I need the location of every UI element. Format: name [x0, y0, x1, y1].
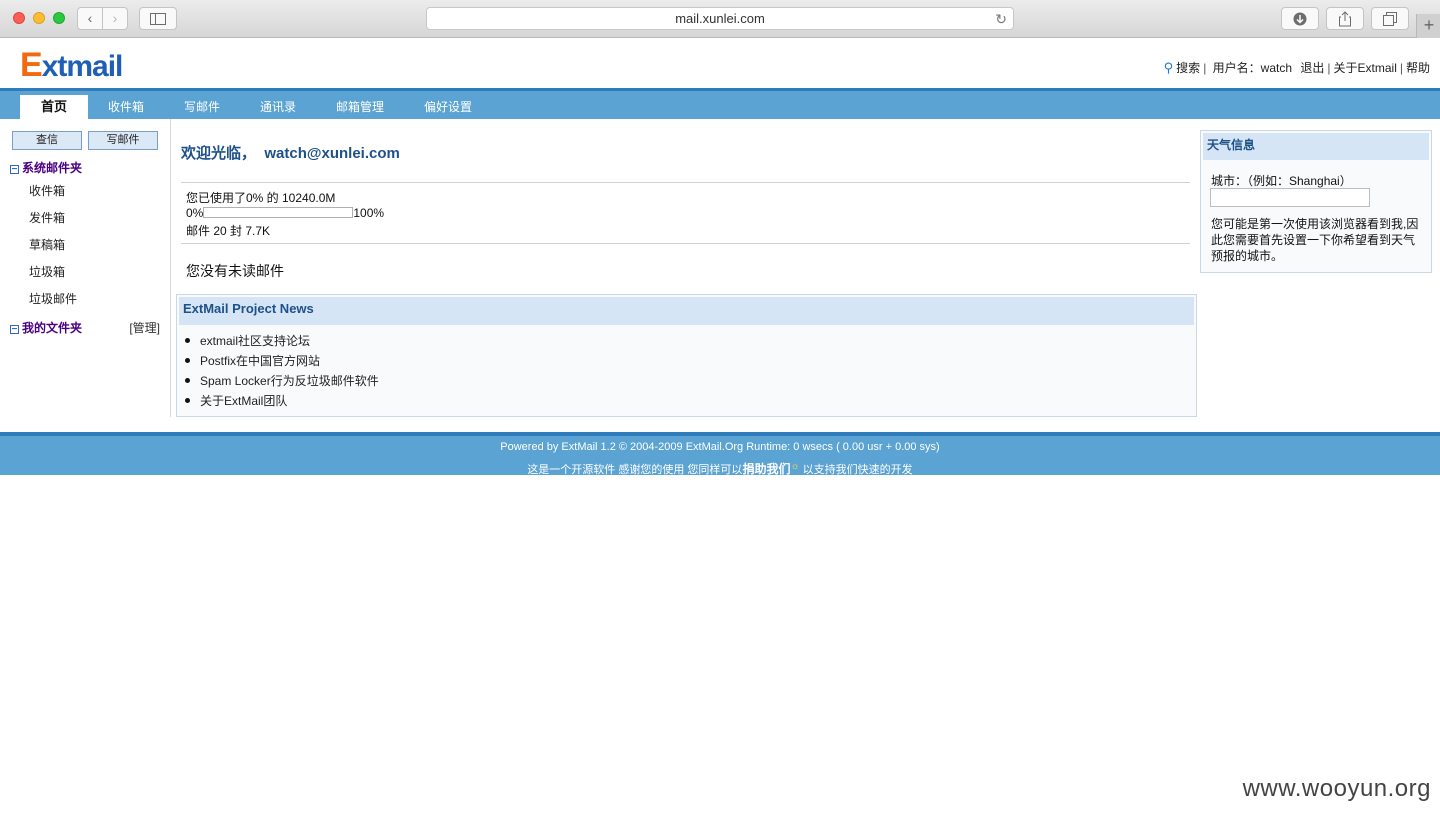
quota-meter: 0% 100% [186, 206, 384, 220]
folder-sidebar: 查信 写邮件 − 系统邮件夹 收件箱 发件箱 草稿箱 垃圾箱 垃圾邮件 − 我的文件… [0, 119, 171, 417]
address-bar[interactable]: mail.xunlei.com ↻ [426, 7, 1014, 30]
footer: Powered by ExtMail 1.2 © 2004-2009 ExtMa… [0, 432, 1440, 477]
folder-inbox[interactable]: 收件箱 [29, 182, 65, 199]
separator: | [1203, 61, 1207, 75]
folder-spam[interactable]: 垃圾邮件 [29, 290, 77, 307]
logout-link[interactable]: 退出 [1300, 61, 1324, 75]
tab-overview-button[interactable] [1371, 7, 1409, 30]
downloads-button[interactable] [1281, 7, 1319, 30]
tab-contacts[interactable]: 通讯录 [252, 95, 304, 119]
welcome-heading: 欢迎光临， watch@xunlei.com [181, 142, 400, 163]
folder-sent[interactable]: 发件箱 [29, 209, 65, 226]
chevron-right-icon: › [112, 10, 118, 26]
divider [181, 182, 1190, 183]
usage-text: 您已使用了0% 的 10240.0M [186, 191, 336, 205]
weather-message: 您可能是第一次使用该浏览器看到我,因此您需要首先设置一下你希望看到天气预报的城市… [1211, 217, 1419, 263]
zoom-window-button[interactable] [53, 12, 65, 24]
url-text: mail.xunlei.com [675, 11, 765, 26]
news-item[interactable]: 关于ExtMail团队 [185, 393, 379, 413]
folder-trash[interactable]: 垃圾箱 [29, 263, 65, 280]
chevron-left-icon: ‹ [87, 10, 93, 26]
new-tab-button[interactable]: + [1416, 14, 1440, 38]
watermark-text: www.wooyun.org [1242, 775, 1431, 802]
share-button[interactable] [1326, 7, 1364, 30]
tab-home[interactable]: 首页 [20, 95, 88, 120]
news-link[interactable]: extmail社区支持论坛 [200, 334, 310, 348]
city-label: 城市：（例如：Shanghai） [1211, 174, 1352, 188]
browser-toolbar: ‹ › mail.xunlei.com ↻ + [0, 0, 1440, 38]
divider [181, 243, 1190, 244]
tabs-icon [1383, 12, 1397, 26]
bullet-icon [185, 378, 190, 383]
separator: | [1327, 61, 1331, 75]
collapse-icon[interactable]: − [10, 325, 19, 335]
reload-icon[interactable]: ↻ [995, 8, 1007, 30]
tab-inbox[interactable]: 收件箱 [100, 95, 152, 119]
search-link[interactable]: 搜索 [1176, 61, 1200, 75]
news-item[interactable]: Spam Locker行为反垃圾邮件软件 [185, 373, 379, 393]
search-icon[interactable]: ⚲ [1164, 60, 1174, 76]
main-nav: 首页 收件箱 写邮件 通讯录 邮箱管理 偏好设置 [0, 88, 1440, 120]
check-mail-button[interactable]: 查信 [12, 131, 82, 150]
extmail-logo: Extmail [20, 46, 124, 85]
separator: | [1399, 61, 1403, 75]
tab-mailbox-admin[interactable]: 邮箱管理 [328, 95, 392, 119]
donate-line: 这是一个开源软件 感谢您的使用 您同样可以捐助我们☼ 以支持我们快速的开发 [0, 460, 1440, 477]
news-link[interactable]: Spam Locker行为反垃圾邮件软件 [200, 374, 379, 388]
donate-prefix: 这是一个开源软件 感谢您的使用 您同样可以 [527, 464, 743, 476]
powered-by-text: Powered by ExtMail 1.2 © 2004-2009 ExtMa… [500, 441, 940, 453]
sidebar-icon [150, 13, 166, 25]
system-folders-header[interactable]: − 系统邮件夹 [10, 159, 82, 176]
weather-panel: 天气信息 城市：（例如：Shanghai） 您可能是第一次使用该浏览器看到我,因… [1200, 130, 1432, 273]
username: watch [1260, 61, 1293, 75]
news-item[interactable]: extmail社区支持论坛 [185, 333, 379, 353]
bullet-icon [185, 338, 190, 343]
weather-title: 天气信息 [1203, 133, 1429, 160]
tab-preferences[interactable]: 偏好设置 [416, 95, 480, 119]
logo-letter: E [20, 46, 43, 84]
close-window-button[interactable] [13, 12, 25, 24]
donate-suffix: 以支持我们快速的开发 [799, 464, 913, 476]
about-link[interactable]: 关于Extmail [1334, 61, 1397, 75]
quota-max-label: 100% [353, 206, 385, 220]
donate-link[interactable]: 捐助我们 [742, 462, 790, 476]
news-title: ExtMail Project News [179, 297, 1194, 325]
user-email: watch@xunlei.com [264, 145, 400, 162]
manage-folders-link[interactable]: [管理] [129, 319, 160, 336]
top-links: ⚲ 搜索 | 用户名：watch 退出 | 关于Extmail | 帮助 [1164, 59, 1430, 76]
username-label: 用户名： [1212, 61, 1261, 75]
news-link[interactable]: 关于ExtMail团队 [200, 394, 287, 408]
forward-button[interactable]: › [102, 7, 128, 30]
welcome-prefix: 欢迎光临， [181, 145, 257, 162]
bullet-icon [185, 398, 190, 403]
tab-compose[interactable]: 写邮件 [176, 95, 228, 119]
mail-count: 邮件 20 封 7.7K [186, 224, 271, 238]
compose-button[interactable]: 写邮件 [88, 131, 158, 150]
news-list: extmail社区支持论坛 Postfix在中国官方网站 Spam Locker… [185, 333, 379, 413]
plus-icon: + [1423, 15, 1435, 35]
share-icon [1339, 11, 1351, 27]
bullet-icon [185, 358, 190, 363]
quota-min-label: 0% [186, 206, 204, 220]
help-link[interactable]: 帮助 [1406, 61, 1430, 75]
folder-drafts[interactable]: 草稿箱 [29, 236, 65, 253]
minimize-window-button[interactable] [33, 12, 45, 24]
news-item[interactable]: Postfix在中国官方网站 [185, 353, 379, 373]
back-button[interactable]: ‹ [77, 7, 103, 30]
sidebar-toggle-button[interactable] [139, 7, 177, 30]
project-news-panel: ExtMail Project News extmail社区支持论坛 Postf… [176, 294, 1197, 417]
city-input[interactable] [1210, 188, 1370, 207]
my-folders-label: 我的文件夹 [22, 321, 83, 335]
news-link[interactable]: Postfix在中国官方网站 [200, 354, 320, 368]
system-folders-label: 系统邮件夹 [22, 161, 83, 175]
my-folders-header[interactable]: − 我的文件夹 [10, 319, 82, 336]
logo-text: xtmail [41, 50, 124, 83]
no-unread-message: 您没有未读邮件 [186, 263, 284, 279]
download-icon [1293, 12, 1307, 26]
collapse-icon[interactable]: − [10, 165, 19, 175]
sun-icon: ☼ [790, 461, 800, 472]
quota-bar [203, 207, 354, 218]
